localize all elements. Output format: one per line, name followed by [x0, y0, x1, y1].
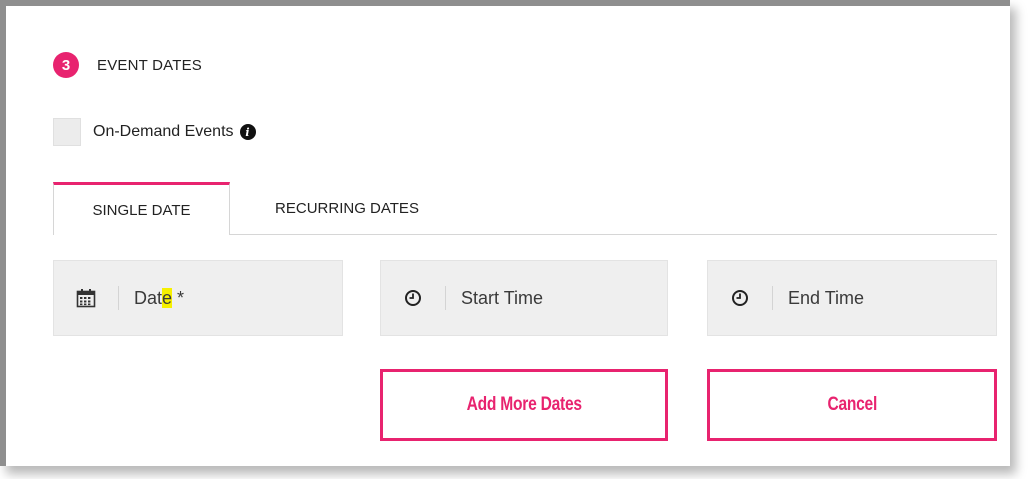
start-time-placeholder: Start Time — [461, 287, 544, 308]
date-field[interactable]: Date * — [53, 260, 343, 336]
calendar-icon — [54, 286, 119, 310]
step-number-badge: 3 — [53, 52, 79, 78]
clock-icon — [381, 286, 446, 310]
tab-recurring-dates[interactable]: RECURRING DATES — [231, 182, 463, 234]
clock-icon — [708, 286, 773, 310]
on-demand-row: On-Demand Events i — [53, 118, 256, 146]
end-time-placeholder: End Time — [788, 287, 865, 308]
add-more-dates-button[interactable]: Add More Dates — [380, 369, 668, 441]
on-demand-label: On-Demand Events — [93, 123, 234, 140]
on-demand-checkbox[interactable] — [53, 118, 81, 146]
cancel-button[interactable]: Cancel — [707, 369, 997, 441]
add-more-dates-label: Add More Dates — [466, 394, 582, 415]
date-placeholder: Date * — [134, 287, 185, 308]
date-type-tabs: SINGLE DATE RECURRING DATES — [53, 182, 997, 235]
info-icon[interactable]: i — [239, 124, 256, 140]
start-time-field[interactable]: Start Time — [380, 260, 668, 336]
event-dates-panel: 3 EVENT DATES On-Demand Events i SINGLE … — [0, 0, 1010, 466]
section-header: 3 EVENT DATES — [53, 52, 202, 78]
end-time-field[interactable]: End Time — [707, 260, 997, 336]
tab-single-date[interactable]: SINGLE DATE — [53, 182, 230, 235]
section-title: EVENT DATES — [97, 56, 203, 74]
cancel-label: Cancel — [827, 394, 877, 415]
